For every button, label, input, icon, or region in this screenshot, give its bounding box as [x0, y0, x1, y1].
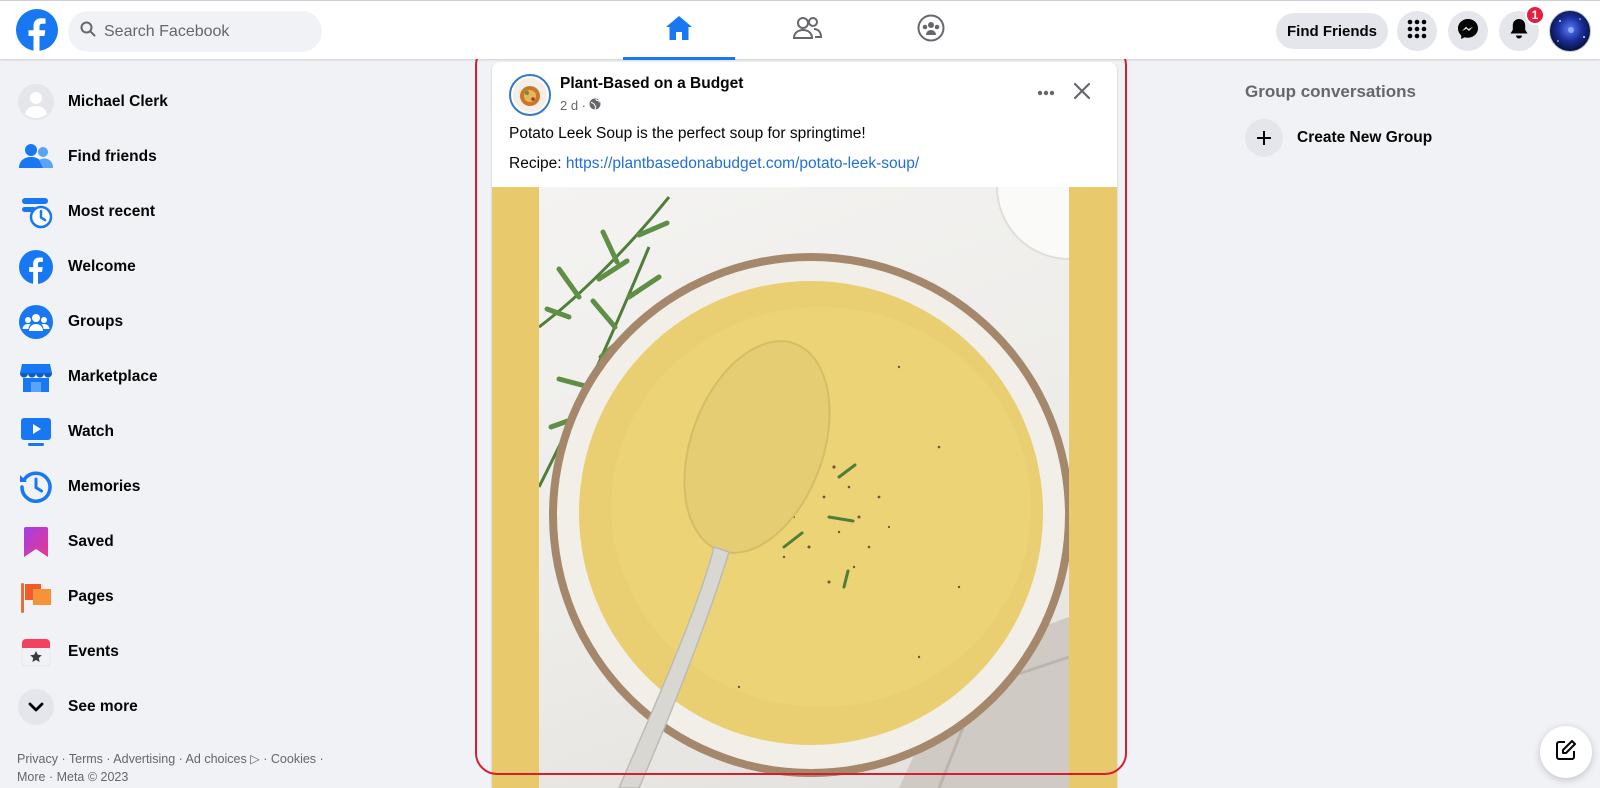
messenger-button[interactable] [1448, 11, 1488, 51]
tab-home[interactable] [623, 1, 735, 60]
sidebar-item-label: Groups [68, 312, 124, 330]
sidebar-item-label: Events [68, 642, 119, 660]
marketplace-icon [18, 359, 54, 395]
post-image[interactable] [492, 187, 1117, 788]
sidebar-item-profile[interactable]: Michael Clerk [8, 74, 348, 129]
sidebar-item-most-recent[interactable]: Most recent [8, 184, 348, 239]
find-friends-button[interactable]: Find Friends [1276, 13, 1388, 49]
bell-icon [1509, 18, 1529, 45]
sidebar-item-welcome[interactable]: Welcome [8, 239, 348, 294]
sidebar-item-watch[interactable]: Watch [8, 404, 348, 459]
most-recent-icon [18, 194, 54, 230]
sidebar-item-label: Saved [68, 532, 114, 550]
left-sidebar: Michael Clerk Find friends Most recent W… [8, 74, 348, 734]
sidebar-item-label: See more [68, 697, 138, 715]
sidebar-item-label: Watch [68, 422, 114, 440]
post-recipe-line: Recipe: https://plantbasedonabudget.com/… [509, 155, 919, 173]
sidebar-item-memories[interactable]: Memories [8, 459, 348, 514]
facebook-logo-icon[interactable] [16, 9, 58, 51]
potato-leek-soup-photo [539, 187, 1069, 788]
sidebar-item-label: Marketplace [68, 367, 158, 385]
chevron-down-icon [18, 688, 54, 725]
grid-menu-icon [1407, 19, 1427, 44]
sidebar-item-marketplace[interactable]: Marketplace [8, 349, 348, 404]
search-icon [80, 21, 96, 42]
sidebar-item-saved[interactable]: Saved [8, 514, 348, 569]
tab-friends[interactable] [751, 1, 863, 59]
close-post-button[interactable] [1066, 77, 1098, 109]
recipe-label: Recipe: [509, 155, 566, 172]
sidebar-item-label: Welcome [68, 257, 136, 275]
footer-links-line-2[interactable]: More · Meta © 2023 [17, 768, 357, 786]
plus-icon [1245, 119, 1283, 157]
sidebar-item-label: Most recent [68, 202, 155, 220]
sidebar-item-label: Michael Clerk [68, 92, 168, 110]
right-column: Group conversations Create New Group [1245, 82, 1585, 160]
sidebar-item-events[interactable]: Events [8, 624, 348, 679]
home-icon [665, 15, 693, 46]
footer-links: Privacy · Terms · Advertising · Ad choic… [17, 750, 357, 786]
notifications-button[interactable]: 1 [1499, 5, 1545, 51]
sidebar-item-find-friends[interactable]: Find friends [8, 129, 348, 184]
user-avatar-icon [18, 83, 54, 120]
facebook-icon [18, 249, 54, 285]
search-bar[interactable] [68, 11, 322, 52]
sidebar-item-label: Pages [68, 587, 114, 605]
search-input[interactable] [104, 22, 304, 41]
post-author-name[interactable]: Plant-Based on a Budget [560, 75, 743, 93]
globe-icon [589, 98, 601, 113]
create-new-group-label: Create New Group [1297, 129, 1433, 146]
post-meta: 2 d · [560, 98, 601, 113]
watch-icon [18, 414, 54, 450]
sidebar-item-pages[interactable]: Pages [8, 569, 348, 624]
friends-icon [792, 16, 823, 45]
tab-groups[interactable] [875, 1, 987, 59]
events-icon [18, 634, 54, 670]
post-options-button[interactable] [1028, 80, 1064, 104]
saved-icon [18, 524, 54, 560]
notification-badge: 1 [1525, 5, 1545, 25]
sidebar-item-see-more[interactable]: See more [8, 679, 348, 734]
page-avatar[interactable] [509, 74, 551, 116]
more-horizontal-icon [1037, 83, 1055, 101]
sidebar-item-label: Find friends [68, 147, 157, 165]
close-icon [1073, 82, 1091, 105]
recipe-link[interactable]: https://plantbasedonabudget.com/potato-l… [566, 155, 919, 172]
top-navigation-bar: Find Friends 1 [0, 0, 1600, 60]
compose-icon [1555, 739, 1577, 766]
footer-links-line-1[interactable]: Privacy · Terms · Advertising · Ad choic… [17, 750, 357, 768]
pages-icon [18, 579, 54, 615]
friends-icon [18, 139, 54, 175]
sidebar-item-label: Memories [68, 477, 141, 495]
groups-icon [917, 14, 945, 47]
post-timestamp[interactable]: 2 d · [560, 98, 586, 113]
group-conversations-heading: Group conversations [1245, 82, 1416, 101]
create-new-group-button[interactable]: Create New Group [1245, 116, 1585, 160]
messenger-icon [1457, 18, 1479, 45]
new-message-button[interactable] [1540, 726, 1592, 778]
post-text: Potato Leek Soup is the perfect soup for… [509, 125, 866, 142]
sidebar-item-groups[interactable]: Groups [8, 294, 348, 349]
menu-button[interactable] [1397, 11, 1437, 51]
account-avatar[interactable] [1549, 10, 1591, 52]
groups-icon [18, 304, 54, 340]
post-card: Plant-Based on a Budget 2 d · Potato Lee… [492, 62, 1117, 788]
memories-icon [18, 469, 54, 505]
